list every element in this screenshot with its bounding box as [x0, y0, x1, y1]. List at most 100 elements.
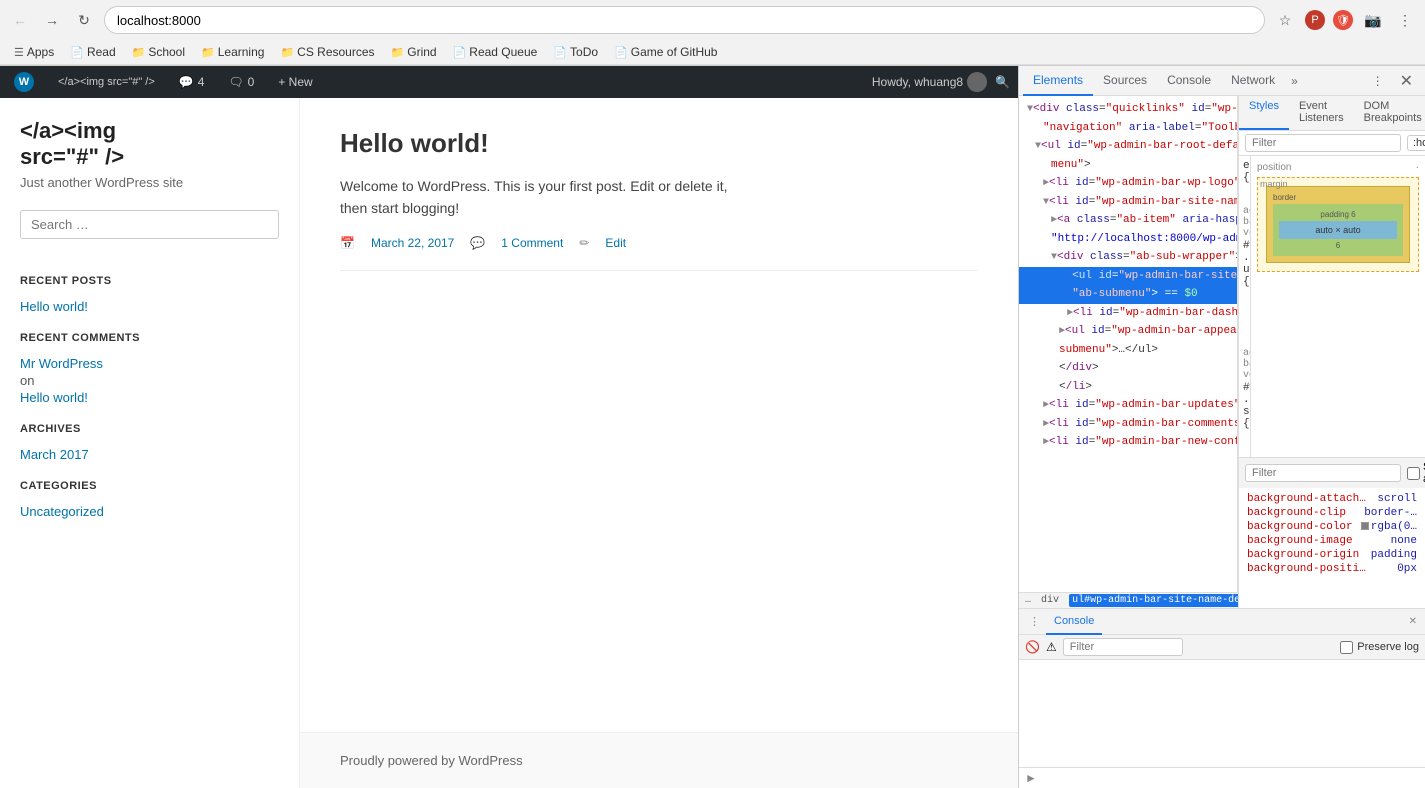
- html-line[interactable]: submenu">…</ul>: [1019, 341, 1237, 360]
- more-button[interactable]: ⋮: [1393, 8, 1417, 32]
- school-folder-icon: 📁: [132, 46, 146, 59]
- hov-button[interactable]: :hov: [1407, 135, 1425, 151]
- screenshot-button[interactable]: 📷: [1361, 8, 1385, 32]
- devtools-console-tab[interactable]: Console: [1046, 609, 1102, 635]
- extension-button[interactable]: 🛡: [1333, 10, 1353, 30]
- main-layout: W </a><img src="#" /> 💬 4 🗨 0 + New Howd…: [0, 66, 1425, 788]
- post-content: Welcome to WordPress. This is your first…: [340, 175, 978, 220]
- border-label: border: [1273, 193, 1403, 202]
- comment-post-link[interactable]: Hello world!: [20, 388, 279, 407]
- devtools-close-button[interactable]: ✕: [1392, 71, 1421, 91]
- post-date-link[interactable]: March 22, 2017: [371, 236, 454, 250]
- back-button[interactable]: ←: [8, 8, 32, 32]
- show-all-checkbox[interactable]: [1407, 467, 1420, 480]
- wp-content-area: </a><img src="#" /> Just another WordPre…: [0, 98, 1018, 788]
- bookmark-apps[interactable]: ☰ Apps: [8, 43, 60, 61]
- howdy-text: Howdy, whuang8: [872, 75, 963, 89]
- recent-post-hello-world[interactable]: Hello world!: [20, 297, 279, 316]
- cs-resources-folder-icon: 📁: [280, 46, 294, 59]
- search-input[interactable]: [20, 210, 279, 239]
- bookmark-read[interactable]: 📄 Read: [64, 43, 121, 61]
- comment-bubble-icon: 💬: [179, 75, 194, 89]
- comment-author-link[interactable]: Mr WordPress: [20, 354, 279, 373]
- bookmark-learning[interactable]: 📁 Learning: [195, 43, 270, 61]
- bookmark-cs-resources-label: CS Resources: [297, 45, 374, 59]
- html-line[interactable]: ▼<li id="wp-admin-bar-site-name" class="…: [1019, 193, 1237, 212]
- post-title-link[interactable]: Hello world!: [340, 128, 489, 158]
- html-line[interactable]: ►<li id="wp-admin-bar-comments">…</li>: [1019, 415, 1237, 434]
- wp-new-item[interactable]: + New: [272, 66, 318, 98]
- styles-filter-input[interactable]: [1245, 134, 1401, 152]
- computed-filter-input[interactable]: [1245, 464, 1401, 482]
- devtools-tabs: Elements Sources Console Network » ⋮ ✕: [1019, 66, 1425, 96]
- breadcrumb-div[interactable]: div: [1041, 595, 1059, 606]
- reload-button[interactable]: ↻: [72, 8, 96, 32]
- post-edit-link[interactable]: Edit: [605, 236, 626, 250]
- html-line[interactable]: ▼<div class="ab-sub-wrapper">: [1019, 248, 1237, 267]
- site-title: </a><img src="#" />: [20, 118, 279, 171]
- bookmark-todo[interactable]: 📄 ToDo: [547, 43, 604, 61]
- html-line[interactable]: ►<li id="wp-admin-bar-dashboard">…</li>: [1019, 304, 1237, 323]
- styles-subtab-styles[interactable]: Styles: [1239, 96, 1289, 130]
- archive-march-2017[interactable]: March 2017: [20, 445, 279, 464]
- html-line[interactable]: ►<li id="wp-admin-bar-updates">…</li>: [1019, 396, 1237, 415]
- devtools-close-bottom-button[interactable]: ✕: [1405, 616, 1421, 627]
- bookmarks-bar: ☰ Apps 📄 Read 📁 School 📁 Learning 📁 CS R…: [0, 40, 1425, 65]
- devtools-menu-button[interactable]: ⋮: [1364, 74, 1392, 88]
- styles-subtab-event-listeners[interactable]: Event Listeners: [1289, 96, 1354, 130]
- console-filter-row: 🚫 ⚠ Preserve log: [1019, 635, 1425, 660]
- admin-search-icon[interactable]: 🔍: [995, 75, 1010, 89]
- devtools-tab-network[interactable]: Network: [1221, 66, 1285, 96]
- devtools-tab-console[interactable]: Console: [1157, 66, 1221, 96]
- forward-button[interactable]: →: [40, 8, 64, 32]
- html-line[interactable]: ▼<ul id="wp-admin-bar-root-default" clas…: [1019, 137, 1237, 156]
- styles-subtab-dom-breakpoints[interactable]: DOM Breakpoints: [1354, 96, 1425, 130]
- bookmark-game-of-github[interactable]: 📄 Game of GitHub: [608, 43, 723, 61]
- html-line-selected-2[interactable]: "ab-submenu"> == $0: [1019, 285, 1237, 304]
- wp-comment-count-item[interactable]: 🗨 0: [222, 66, 260, 98]
- html-line-selected[interactable]: <ul id="wp-admin-bar-site-name-default" …: [1019, 267, 1237, 286]
- console-error-icon: 🚫: [1025, 640, 1040, 654]
- bookmark-todo-label: ToDo: [570, 45, 598, 59]
- bookmark-grind[interactable]: 📁 Grind: [385, 43, 443, 61]
- post-meta: 📅 March 22, 2017 💬 1 Comment ✏ Edit: [340, 236, 978, 250]
- html-line[interactable]: </div>: [1019, 359, 1237, 378]
- address-bar[interactable]: [104, 6, 1265, 34]
- devtools-bottom-dock-button[interactable]: ⋮: [1023, 615, 1046, 628]
- bookmark-read-queue[interactable]: 📄 Read Queue: [447, 43, 544, 61]
- devtools-tab-elements[interactable]: Elements: [1023, 66, 1093, 96]
- html-line[interactable]: </li>: [1019, 378, 1237, 397]
- bookmark-cs-resources[interactable]: 📁 CS Resources: [274, 43, 380, 61]
- breadcrumb-selected[interactable]: ul#wp-admin-bar-site-name-default.ab-sub…: [1069, 594, 1238, 607]
- html-line[interactable]: "navigation" aria-label="Toolbar" tabind…: [1019, 119, 1237, 138]
- html-line[interactable]: "http://localhost:8000/wp-admin/">…</a>: [1019, 230, 1237, 249]
- devtools-panel: Elements Sources Console Network » ⋮ ✕ ▼…: [1018, 66, 1425, 788]
- html-line[interactable]: ►<li id="wp-admin-bar-wp-logo" class="me…: [1019, 174, 1237, 193]
- devtools-bottom-tabs: ⋮ Console ✕: [1019, 609, 1425, 635]
- profile-button[interactable]: P: [1305, 10, 1325, 30]
- devtools-tab-sources[interactable]: Sources: [1093, 66, 1157, 96]
- console-filter-input[interactable]: [1063, 638, 1183, 656]
- wp-site-name-item[interactable]: </a><img src="#" />: [52, 66, 161, 98]
- bookmark-star-button[interactable]: ☆: [1273, 8, 1297, 32]
- category-uncategorized[interactable]: Uncategorized: [20, 502, 279, 521]
- css-source-1: admin-bar.min.css?ver=4.2.2:1: [1243, 206, 1246, 239]
- html-line[interactable]: ▼<div class="quicklinks" id="wp-toolbar"…: [1019, 100, 1237, 119]
- post-comments-link[interactable]: 1 Comment: [501, 236, 563, 250]
- box-model-content: auto × auto: [1279, 221, 1397, 239]
- howdy-item[interactable]: Howdy, whuang8: [872, 72, 987, 92]
- preserve-log-checkbox[interactable]: [1340, 641, 1353, 654]
- html-line[interactable]: ►<a class="ab-item" aria-haspopup="true"…: [1019, 211, 1237, 230]
- wp-logo-item[interactable]: W: [8, 66, 40, 98]
- console-input[interactable]: [1043, 771, 1419, 785]
- devtools-more-tabs[interactable]: »: [1285, 74, 1304, 88]
- wp-comments-item[interactable]: 💬 4: [173, 66, 211, 98]
- html-line[interactable]: ►<li id="wp-admin-bar-new-content" class…: [1019, 433, 1237, 452]
- edit-pencil-icon: ✏: [579, 236, 589, 250]
- position-label: position: [1257, 162, 1291, 173]
- breadcrumb-ellipsis[interactable]: …: [1025, 595, 1031, 606]
- bookmark-school[interactable]: 📁 School: [126, 43, 191, 61]
- html-line[interactable]: menu">: [1019, 156, 1237, 175]
- devtools-bottom: ⋮ Console ✕ 🚫 ⚠ Preserve log: [1019, 608, 1425, 788]
- html-line[interactable]: ►<ul id="wp-admin-bar-appearance" class=…: [1019, 322, 1237, 341]
